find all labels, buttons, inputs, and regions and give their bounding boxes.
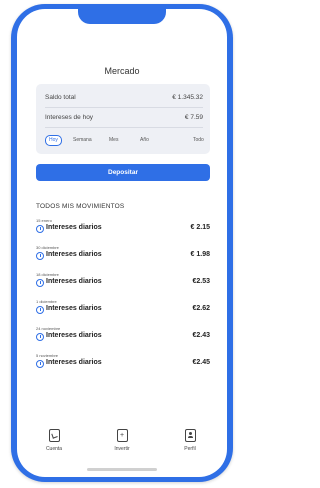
- today-interest-value: € 7.59: [184, 114, 203, 121]
- movement-label: Intereses diarios: [46, 278, 102, 285]
- movement-label: Intereses diarios: [46, 332, 102, 339]
- movement-amount: € 1.98: [190, 251, 210, 258]
- info-icon: [36, 225, 44, 233]
- period-week-tab[interactable]: Semana: [73, 136, 92, 145]
- period-today-tab[interactable]: Hoy: [45, 135, 62, 146]
- total-balance-row: Saldo total € 1.345.32: [45, 94, 203, 101]
- movement-date: 30 diciembre: [36, 245, 59, 250]
- period-year-tab[interactable]: Año: [140, 136, 149, 145]
- movements-section-title: TODOS MIS MOVIMIENTOS: [36, 203, 125, 210]
- tab-cuenta[interactable]: Cuenta: [34, 429, 74, 452]
- divider: [45, 127, 203, 128]
- movement-amount: €2.53: [192, 278, 210, 285]
- movement-date: 15 enero: [36, 218, 52, 223]
- plus-icon: [116, 429, 128, 442]
- movement-label: Intereses diarios: [46, 224, 102, 231]
- movement-amount: €2.43: [192, 332, 210, 339]
- movement-item[interactable]: 30 diciembre Intereses diarios € 1.98: [36, 245, 210, 267]
- period-all-tab[interactable]: Todo: [193, 136, 204, 145]
- summary-card: Saldo total € 1.345.32 Intereses de hoy …: [36, 84, 210, 154]
- divider: [45, 107, 203, 108]
- info-icon: [36, 252, 44, 260]
- tab-perfil[interactable]: Perfil: [170, 429, 210, 452]
- deposit-button[interactable]: Depositar: [36, 164, 210, 181]
- profile-icon: [184, 429, 196, 442]
- info-icon: [36, 279, 44, 287]
- movement-date: 24 noviembre: [36, 326, 61, 331]
- wallet-icon: [48, 429, 60, 442]
- movement-item[interactable]: 18 diciembre Intereses diarios €2.53: [36, 272, 210, 294]
- tab-label: Perfil: [184, 446, 196, 452]
- movement-label: Intereses diarios: [46, 251, 102, 258]
- phone-notch: [78, 9, 166, 24]
- bottom-tab-bar: Cuenta Invertir Perfil: [17, 429, 227, 469]
- total-balance-value: € 1.345.32: [172, 94, 203, 101]
- home-indicator[interactable]: [87, 468, 157, 471]
- movement-item[interactable]: 1 diciembre Intereses diarios €2.62: [36, 299, 210, 321]
- movement-label: Intereses diarios: [46, 359, 102, 366]
- movement-date: 5 noviembre: [36, 353, 59, 358]
- movement-item[interactable]: 5 noviembre Intereses diarios €2.45: [36, 353, 210, 375]
- movement-item[interactable]: 15 enero Intereses diarios € 2.15: [36, 218, 210, 240]
- movement-label: Intereses diarios: [46, 305, 102, 312]
- total-balance-label: Saldo total: [45, 94, 76, 101]
- info-icon: [36, 306, 44, 314]
- tab-invertir[interactable]: Invertir: [102, 429, 142, 452]
- movement-date: 18 diciembre: [36, 272, 59, 277]
- phone-screen: Mercado Saldo total € 1.345.32 Intereses…: [17, 9, 227, 477]
- info-icon: [36, 333, 44, 341]
- tab-label: Cuenta: [45, 446, 63, 452]
- movement-amount: €2.45: [192, 359, 210, 366]
- movement-amount: € 2.15: [190, 224, 210, 231]
- page-title: Mercado: [104, 66, 140, 76]
- movement-date: 1 diciembre: [36, 299, 57, 304]
- movement-item[interactable]: 24 noviembre Intereses diarios €2.43: [36, 326, 210, 348]
- today-interest-row: Intereses de hoy € 7.59: [45, 114, 203, 121]
- tab-label: Invertir: [114, 446, 130, 452]
- movement-amount: €2.62: [192, 305, 210, 312]
- period-month-tab[interactable]: Mes: [109, 136, 118, 145]
- period-selector: Hoy Semana Mes Año Todo: [45, 135, 204, 147]
- today-interest-label: Intereses de hoy: [45, 114, 94, 121]
- info-icon: [36, 360, 44, 368]
